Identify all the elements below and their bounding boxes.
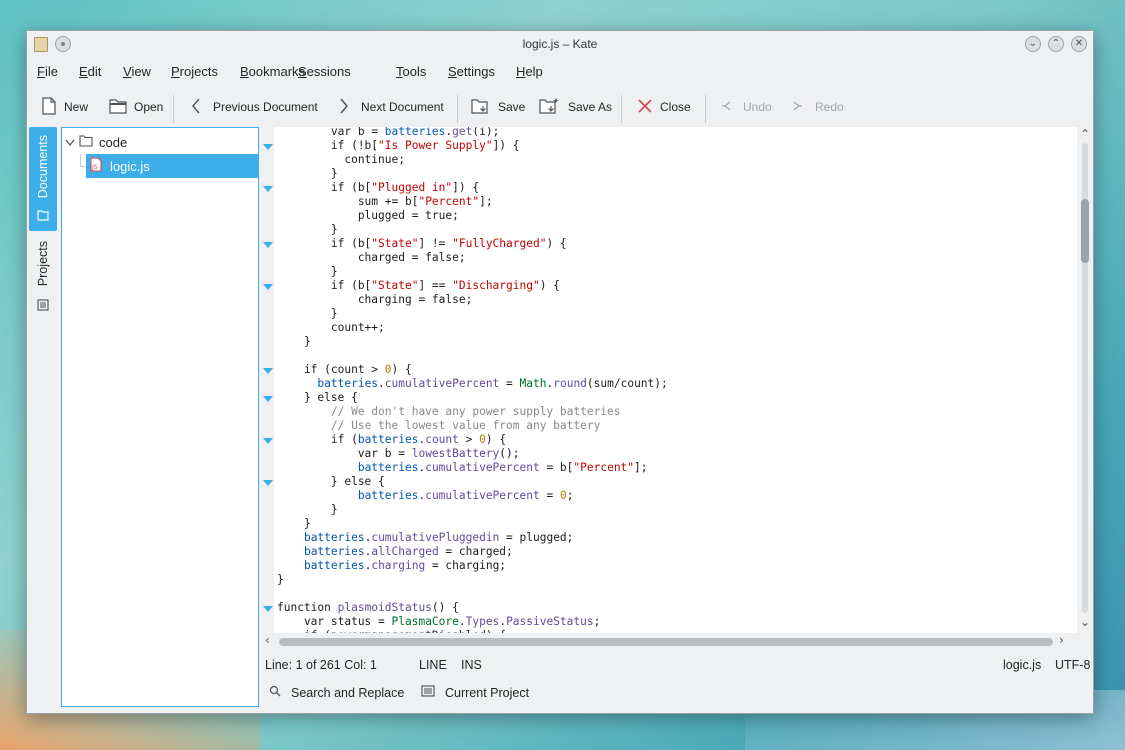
maximize-icon[interactable]: ⌃ — [1048, 36, 1064, 52]
status-bar: Line: 1 of 261 Col: 1 LINE INS logic.js … — [261, 655, 1093, 675]
horizontal-scroll-thumb[interactable] — [279, 638, 1053, 646]
fold-marker-icon[interactable] — [263, 242, 273, 248]
minimize-icon[interactable]: ⌄ — [1025, 36, 1041, 52]
close-window-icon[interactable]: ✕ — [1071, 36, 1087, 52]
new-button[interactable]: New — [41, 93, 88, 121]
search-icon — [269, 685, 281, 700]
tab-projects[interactable]: Projects — [29, 235, 57, 315]
side-tab-bar: Documents Projects — [27, 127, 59, 707]
vertical-scroll-thumb[interactable] — [1081, 199, 1089, 263]
kate-window: logic.js – Kate ⌄ ⌃ ✕ File Edit View Projec… — [26, 30, 1094, 714]
fold-marker-icon[interactable] — [263, 606, 273, 612]
title-bar[interactable]: logic.js – Kate ⌄ ⌃ ✕ — [27, 31, 1093, 57]
folder-icon — [79, 134, 93, 150]
fold-marker-icon[interactable] — [263, 144, 273, 150]
input-mode[interactable]: INS — [461, 658, 482, 672]
chevron-right-icon — [339, 98, 349, 117]
code-editor[interactable]: var b = batteries.get(i); if (!b["Is Pow… — [261, 127, 1077, 633]
tree-file-logic-js[interactable]: JS logic.js — [86, 154, 258, 178]
fold-marker-icon[interactable] — [263, 396, 273, 402]
tree-folder-code[interactable]: code — [62, 130, 256, 154]
fold-marker-icon[interactable] — [263, 186, 273, 192]
folder-open-icon — [109, 98, 127, 117]
menu-tools[interactable]: Tools — [396, 64, 426, 79]
menu-edit[interactable]: Edit — [79, 64, 101, 79]
projects-icon — [37, 299, 49, 314]
window-title: logic.js – Kate — [522, 37, 598, 51]
menu-projects[interactable]: Projects — [171, 64, 218, 79]
undo-icon — [721, 100, 731, 114]
new-document-icon — [41, 96, 57, 118]
project-icon — [421, 685, 435, 700]
tab-documents[interactable]: Documents — [29, 127, 57, 231]
folding-gutter — [261, 127, 274, 633]
scroll-right-icon[interactable]: › — [1059, 633, 1064, 647]
fold-marker-icon[interactable] — [263, 480, 273, 486]
close-icon — [637, 98, 653, 117]
open-button[interactable]: Open — [109, 93, 163, 121]
fold-marker-icon[interactable] — [263, 284, 273, 290]
horizontal-scrollbar[interactable]: ‹ › — [261, 633, 1093, 649]
main-toolbar: New Open Previous Document Next Document… — [27, 93, 1093, 123]
javascript-file-icon: JS — [90, 157, 102, 175]
search-and-replace-button[interactable]: Search and Replace — [269, 685, 404, 700]
bottom-tool-bar: Search and Replace Current Project — [261, 681, 1093, 707]
toolbar-separator — [621, 95, 622, 123]
next-document-button[interactable]: Next Document — [339, 93, 444, 121]
previous-document-button[interactable]: Previous Document — [191, 93, 318, 121]
cursor-position[interactable]: Line: 1 of 261 Col: 1 — [265, 658, 377, 672]
documents-icon — [37, 209, 49, 224]
toolbar-separator — [173, 95, 174, 123]
chevron-down-icon[interactable] — [65, 135, 75, 150]
save-icon — [471, 97, 491, 118]
save-button[interactable]: Save — [471, 93, 525, 121]
fold-marker-icon[interactable] — [263, 438, 273, 444]
fold-marker-icon[interactable] — [263, 368, 273, 374]
redo-icon — [793, 100, 803, 114]
undo-button[interactable]: Undo — [721, 93, 772, 121]
menu-file[interactable]: File — [37, 64, 58, 79]
menu-help[interactable]: Help — [516, 64, 543, 79]
menu-view[interactable]: View — [123, 64, 151, 79]
scroll-left-icon[interactable]: ‹ — [265, 633, 270, 647]
vertical-scrollbar[interactable]: ⌃ ⌄ — [1077, 127, 1093, 633]
svg-text:JS: JS — [91, 164, 98, 171]
encoding[interactable]: UTF-8 — [1055, 658, 1090, 672]
menu-bar: File Edit View Projects Bookmarks Sessions Too… — [27, 61, 1093, 83]
toolbar-separator — [705, 95, 706, 123]
toolbar-separator — [457, 95, 458, 123]
code-text[interactable]: var b = batteries.get(i); if (!b["Is Pow… — [277, 127, 668, 633]
menu-bookmarks[interactable]: Bookmarks — [240, 64, 305, 79]
current-project-button[interactable]: Current Project — [421, 685, 529, 700]
scroll-down-icon[interactable]: ⌄ — [1080, 615, 1090, 629]
redo-button[interactable]: Redo — [793, 93, 844, 121]
menu-sessions[interactable]: Sessions — [298, 64, 351, 79]
selection-mode[interactable]: LINE — [419, 658, 447, 672]
menu-settings[interactable]: Settings — [448, 64, 495, 79]
documents-panel: code JS logic.js — [61, 127, 259, 707]
status-filename: logic.js — [1003, 658, 1042, 672]
save-as-button[interactable]: Save As — [539, 93, 612, 121]
scroll-up-icon[interactable]: ⌃ — [1080, 127, 1090, 141]
tree-branch-line — [80, 154, 81, 166]
chevron-left-icon — [191, 98, 201, 117]
close-button[interactable]: Close — [637, 93, 691, 121]
save-as-icon — [539, 97, 561, 118]
